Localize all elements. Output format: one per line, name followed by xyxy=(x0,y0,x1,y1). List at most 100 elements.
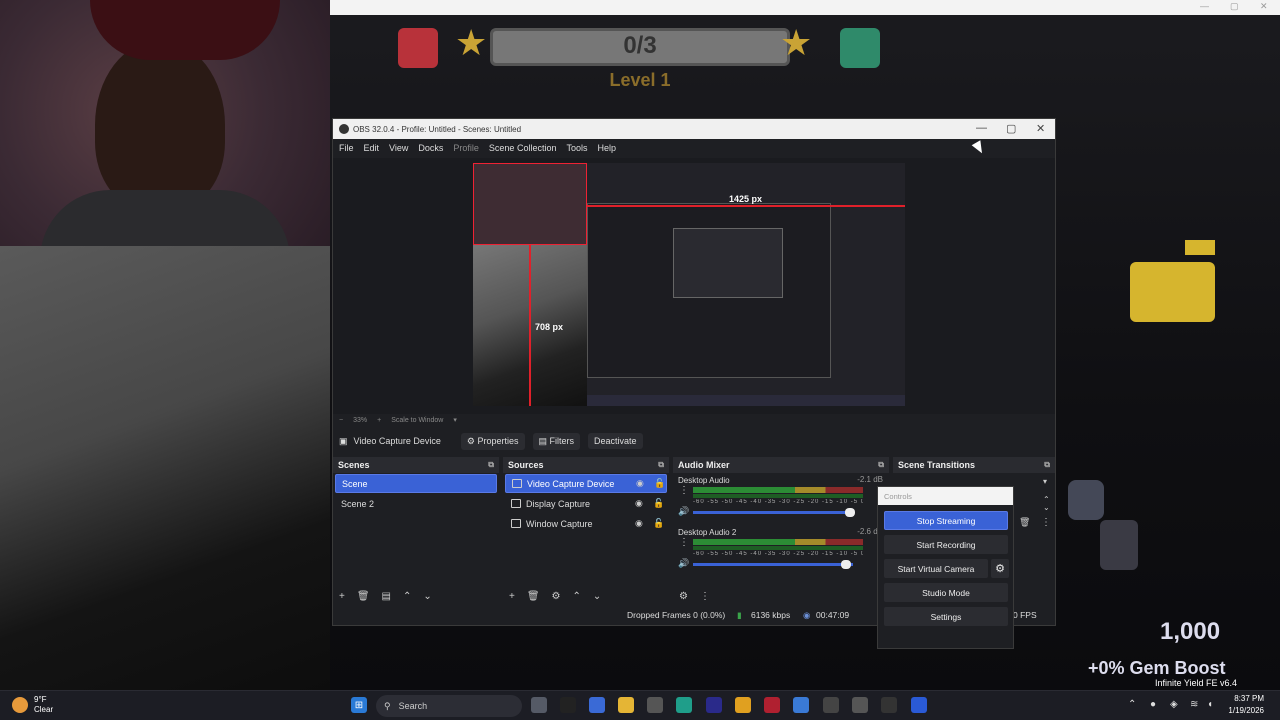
undock-icon[interactable]: ⧉ xyxy=(488,460,494,470)
app-icon[interactable] xyxy=(911,697,927,713)
deactivate-button[interactable]: Deactivate xyxy=(588,433,643,449)
speaker-icon[interactable]: 🔊 xyxy=(678,506,689,517)
menu-view[interactable]: View xyxy=(389,143,408,153)
app-icon[interactable] xyxy=(706,697,722,713)
menu-help[interactable]: Help xyxy=(597,143,616,153)
scene-item[interactable]: Scene 2 xyxy=(335,494,497,513)
chevron-down-icon[interactable]: ▾ xyxy=(1043,477,1047,486)
lock-icon[interactable]: 🔓 xyxy=(653,498,664,509)
mixer-settings-icon[interactable]: ⚙ xyxy=(679,591,688,602)
source-item[interactable]: Window Capture ◉ 🔓 xyxy=(505,514,667,533)
tray-icon[interactable]: ● xyxy=(1150,699,1156,710)
start-recording-button[interactable]: Start Recording xyxy=(884,535,1008,554)
trash-icon[interactable]: 🗑 xyxy=(1019,517,1030,528)
source-item[interactable]: Video Capture Device ◉ 🔓 xyxy=(505,474,667,493)
edge-icon[interactable] xyxy=(676,697,692,713)
monitor-icon xyxy=(511,499,521,508)
volume-meter xyxy=(693,487,863,493)
studio-mode-button[interactable]: Studio Mode xyxy=(884,583,1008,602)
task-view-icon[interactable] xyxy=(531,697,547,713)
game-close-button[interactable]: ✕ xyxy=(1260,1,1268,12)
more-icon[interactable]: ⋮ xyxy=(700,591,710,602)
scene-item[interactable]: Scene xyxy=(335,474,497,493)
store-icon[interactable] xyxy=(647,697,663,713)
source-item[interactable]: Display Capture ◉ 🔓 xyxy=(505,494,667,513)
microphone-icon[interactable]: ◈ xyxy=(1170,699,1178,710)
copilot-icon[interactable] xyxy=(589,697,605,713)
properties-button[interactable]: ⚙ Properties xyxy=(460,432,525,450)
trash-icon[interactable]: 🗑 xyxy=(527,591,540,602)
clock[interactable]: 8:37 PM 1/19/2026 xyxy=(1224,693,1264,717)
game-maximize-button[interactable]: ▢ xyxy=(1230,1,1239,12)
more-icon[interactable]: ⋮ xyxy=(679,537,689,548)
menu-docks[interactable]: Docks xyxy=(418,143,443,153)
app-icon[interactable] xyxy=(881,697,897,713)
close-button[interactable]: ✕ xyxy=(1036,122,1045,135)
move-up-icon[interactable]: ⌃ xyxy=(403,591,411,602)
app-icon[interactable] xyxy=(793,697,809,713)
eye-icon[interactable]: ◉ xyxy=(635,498,643,509)
spin-down-icon[interactable]: ⌄ xyxy=(1043,503,1050,512)
menu-file[interactable]: File xyxy=(339,143,354,153)
chevron-up-icon[interactable]: ⌃ xyxy=(1128,699,1136,710)
more-icon[interactable]: ⋮ xyxy=(1041,517,1051,528)
start-virtual-camera-button[interactable]: Start Virtual Camera xyxy=(884,559,988,578)
gem-boost-label: +0% Gem Boost xyxy=(1088,658,1226,678)
lock-icon[interactable]: 🔓 xyxy=(653,518,664,529)
stream-time: 00:47:09 xyxy=(816,610,850,620)
app-icon[interactable] xyxy=(764,697,780,713)
more-icon[interactable]: ⋮ xyxy=(679,485,689,496)
search-box[interactable]: ⚲ Search xyxy=(376,695,522,717)
filters-button[interactable]: ▤ Filters xyxy=(532,432,581,450)
volume-slider-handle[interactable] xyxy=(841,560,851,569)
minimize-button[interactable]: — xyxy=(976,122,987,134)
trash-icon[interactable]: 🗑 xyxy=(357,591,370,602)
undock-icon[interactable]: ⧉ xyxy=(1044,460,1050,470)
chevron-down-icon[interactable]: ▾ xyxy=(453,416,457,424)
app-icon[interactable] xyxy=(560,697,576,713)
wifi-icon[interactable]: ≋ xyxy=(1190,699,1198,710)
stop-streaming-button[interactable]: Stop Streaming xyxy=(884,511,1008,530)
green-book-icon xyxy=(840,28,880,68)
file-explorer-icon[interactable] xyxy=(618,697,634,713)
eye-icon[interactable]: ◉ xyxy=(635,518,643,529)
menu-scene-collection[interactable]: Scene Collection xyxy=(489,143,557,153)
menu-edit[interactable]: Edit xyxy=(364,143,380,153)
windows-start-icon[interactable]: ⊞ xyxy=(351,697,367,713)
undock-icon[interactable]: ⧉ xyxy=(658,460,664,470)
gear-icon[interactable]: ⚙ xyxy=(991,559,1009,578)
settings-button[interactable]: Settings xyxy=(884,607,1008,626)
undock-icon[interactable]: ⧉ xyxy=(878,460,884,470)
zoom-out-button[interactable]: − xyxy=(339,417,343,424)
volume-slider-handle[interactable] xyxy=(845,508,855,517)
volume-meter xyxy=(693,494,863,498)
preview-canvas[interactable]: 1425 px 708 px xyxy=(473,163,905,406)
move-down-icon[interactable]: ⌄ xyxy=(593,591,601,602)
maximize-button[interactable]: ▢ xyxy=(1006,122,1016,135)
game-minimize-button[interactable]: — xyxy=(1200,1,1209,11)
speaker-icon[interactable]: 🔊 xyxy=(678,558,689,569)
weather-icon xyxy=(12,697,28,713)
chrome-icon[interactable] xyxy=(735,697,751,713)
add-icon[interactable]: + xyxy=(339,591,345,602)
add-icon[interactable]: + xyxy=(509,591,515,602)
move-up-icon[interactable]: ⌃ xyxy=(573,591,581,602)
filter-icon[interactable]: ▤ xyxy=(382,591,391,602)
preview-area[interactable]: 1425 px 708 px xyxy=(333,158,1055,414)
menu-tools[interactable]: Tools xyxy=(566,143,587,153)
volume-slider[interactable] xyxy=(693,563,853,566)
eye-icon[interactable]: ◉ xyxy=(636,478,644,489)
settings-icon[interactable] xyxy=(852,697,868,713)
height-guide-line xyxy=(529,245,531,406)
lock-icon[interactable]: 🔓 xyxy=(654,478,665,489)
width-guide-line xyxy=(587,205,905,207)
move-down-icon[interactable]: ⌄ xyxy=(423,591,431,602)
video-capture-source[interactable] xyxy=(473,163,587,245)
zoom-in-button[interactable]: + xyxy=(377,417,381,424)
obs-icon[interactable] xyxy=(823,697,839,713)
menu-profile[interactable]: Profile xyxy=(453,143,479,153)
volume-icon[interactable]: ◖ xyxy=(1207,699,1213,710)
gear-icon[interactable]: ⚙ xyxy=(552,591,561,602)
volume-slider[interactable] xyxy=(693,511,853,514)
audio-mixer-title: Audio Mixer xyxy=(678,460,730,470)
